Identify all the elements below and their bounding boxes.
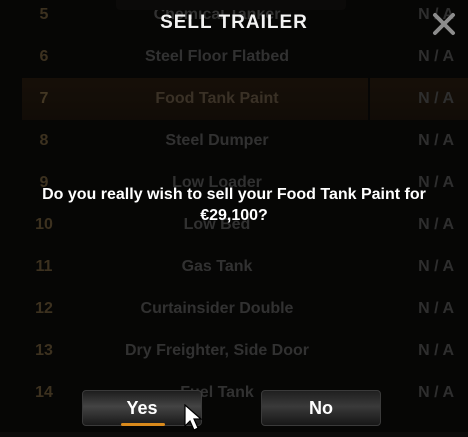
no-button-label: No [309,398,333,418]
dialog-title: SELL TRAILER [160,12,308,33]
confirmation-message: Do you really wish to sell your Food Tan… [42,186,426,224]
focus-indicator [121,423,165,426]
close-icon[interactable] [431,11,457,37]
no-button[interactable]: No [261,390,381,426]
mouse-cursor-icon [183,403,207,432]
yes-button-label: Yes [126,398,158,418]
